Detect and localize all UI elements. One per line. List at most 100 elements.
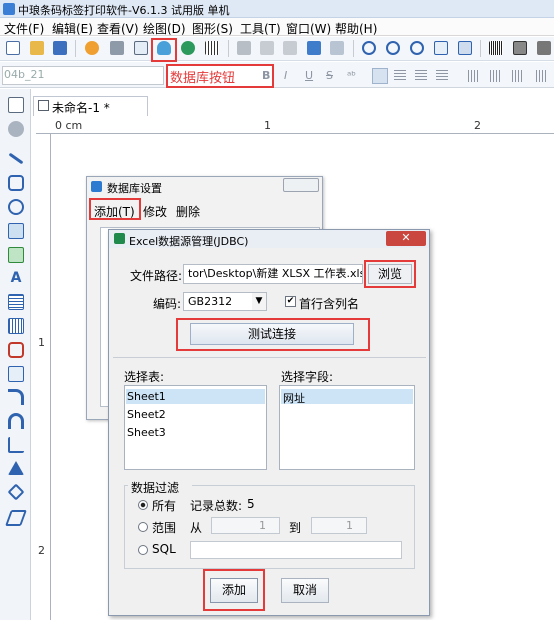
more-icon[interactable]	[537, 41, 551, 55]
zoom-out-icon[interactable]	[386, 41, 400, 55]
encoding-label: 编码:	[153, 297, 182, 311]
zoom-page-icon[interactable]	[434, 41, 448, 55]
sql-input[interactable]	[190, 541, 402, 559]
barcode-icon[interactable]	[489, 41, 503, 55]
polyline-icon[interactable]	[8, 437, 24, 453]
document-tab-title: 未命名-1 *	[52, 101, 110, 115]
left-toolbar: A	[0, 89, 31, 620]
text-icon[interactable]: A	[8, 270, 24, 286]
file-path-input[interactable]: tor\Desktop\新建 XLSX 工作表.xlsx	[183, 264, 363, 284]
to-spinner[interactable]	[311, 517, 367, 534]
rich-text-icon[interactable]	[8, 294, 24, 310]
settings-icon[interactable]	[85, 41, 99, 55]
justify-icon[interactable]	[436, 70, 448, 82]
qrcode-tool-icon[interactable]	[8, 342, 24, 358]
browse-button[interactable]: 浏览	[368, 264, 412, 284]
vertical-text-icon[interactable]	[468, 70, 480, 82]
menu-view[interactable]: 查看(V)	[97, 20, 139, 37]
close-button[interactable]: ✕	[386, 231, 426, 246]
list-item-sheet3[interactable]: Sheet3	[127, 426, 166, 439]
database-settings-icon[interactable]	[181, 41, 195, 55]
align-center-icon[interactable]	[394, 70, 406, 82]
line-spacing-icon[interactable]	[512, 70, 524, 82]
list-item-sheet1[interactable]: Sheet1	[127, 390, 166, 403]
add-button[interactable]: 添加	[210, 578, 258, 603]
strikethrough-icon[interactable]: S	[326, 69, 333, 82]
pointer-icon[interactable]	[8, 97, 24, 113]
ruler-v-label-1: 1	[38, 336, 45, 349]
image-icon[interactable]	[8, 223, 24, 239]
print-icon[interactable]	[110, 41, 124, 55]
zoom-in-icon[interactable]	[362, 41, 376, 55]
to-label: 到	[289, 521, 302, 535]
rounded-rect-icon[interactable]	[8, 175, 24, 191]
app-title: 中琅条码标签打印软件-V6.1.3 试用版 单机	[18, 4, 230, 17]
menu-delete[interactable]: 删除	[176, 203, 200, 220]
ellipse-icon[interactable]	[8, 199, 24, 215]
align-right-icon[interactable]	[415, 70, 427, 82]
test-connection-button[interactable]: 测试连接	[190, 323, 354, 345]
ruler-label-2: 2	[474, 119, 481, 132]
line-icon[interactable]	[8, 152, 24, 165]
curve-icon[interactable]	[8, 389, 24, 405]
from-label: 从	[190, 521, 203, 535]
table-icon[interactable]	[8, 366, 24, 382]
database-button-annotation: 数据库按钮	[170, 71, 236, 86]
char-spacing-icon[interactable]	[536, 70, 548, 82]
parallelogram-icon[interactable]	[5, 510, 27, 526]
pan-icon[interactable]	[8, 121, 24, 137]
superscript-icon[interactable]: ᵃᵇ	[347, 69, 356, 82]
copy-icon[interactable]	[260, 41, 274, 55]
underline-icon[interactable]: U	[305, 69, 313, 82]
picture-icon[interactable]	[8, 247, 24, 263]
from-spinner[interactable]	[211, 517, 280, 534]
paste-icon[interactable]	[283, 41, 297, 55]
menu-shape[interactable]: 图形(S)	[192, 20, 233, 37]
cut-icon[interactable]	[237, 41, 251, 55]
menu-window[interactable]: 窗口(W)	[286, 20, 331, 37]
diamond-icon[interactable]	[7, 483, 25, 501]
actual-size-icon[interactable]	[458, 41, 472, 55]
ruler-v-label-2: 2	[38, 544, 45, 557]
ruler-label-0: 0 cm	[55, 119, 83, 132]
align-left-icon[interactable]	[372, 68, 388, 84]
filter-title: 数据过滤	[131, 481, 180, 495]
radio-all[interactable]	[138, 500, 148, 510]
qrcode-icon[interactable]	[513, 41, 527, 55]
list-item-sheet2[interactable]: Sheet2	[127, 408, 166, 421]
cancel-button[interactable]: 取消	[281, 578, 329, 603]
menu-modify[interactable]: 修改	[143, 203, 167, 220]
menu-tools[interactable]: 工具(T)	[240, 20, 281, 37]
chevron-down-icon[interactable]: ▼	[252, 293, 266, 310]
menu-edit[interactable]: 编辑(E)	[52, 20, 93, 37]
list-item-field[interactable]: 网址	[283, 390, 305, 406]
menu-file[interactable]: 文件(F)	[4, 20, 44, 37]
menu-add[interactable]: 添加(T)	[94, 203, 135, 220]
preview-icon[interactable]	[134, 41, 148, 55]
radio-range[interactable]	[138, 522, 148, 532]
radio-sql-label: SQL	[152, 542, 176, 556]
zoom-fit-icon[interactable]	[410, 41, 424, 55]
new-icon[interactable]	[6, 41, 20, 55]
from-value: 1	[259, 519, 266, 532]
arc-icon[interactable]	[8, 413, 24, 429]
bold-icon[interactable]: B	[262, 69, 270, 82]
radio-sql[interactable]	[138, 545, 148, 555]
text-wrap-icon[interactable]	[490, 70, 502, 82]
first-row-checkbox[interactable]: ✔	[285, 296, 296, 307]
triangle-icon[interactable]	[8, 461, 24, 475]
database-settings-title: 数据库设置	[107, 182, 162, 195]
menu-help[interactable]: 帮助(H)	[335, 20, 377, 37]
barcode-tool-icon[interactable]	[8, 318, 24, 334]
first-row-label: 首行含列名	[299, 297, 360, 311]
grid-icon[interactable]	[205, 41, 219, 55]
undo-icon[interactable]	[307, 41, 321, 55]
open-icon[interactable]	[30, 41, 44, 55]
redo-icon[interactable]	[330, 41, 344, 55]
ruler-label-1: 1	[264, 119, 271, 132]
italic-icon[interactable]: I	[284, 69, 287, 82]
menu-draw[interactable]: 绘图(D)	[143, 20, 186, 37]
excel-dialog-title: Excel数据源管理(JDBC)	[129, 235, 249, 248]
close-icon[interactable]	[283, 178, 319, 192]
save-icon[interactable]	[53, 41, 67, 55]
